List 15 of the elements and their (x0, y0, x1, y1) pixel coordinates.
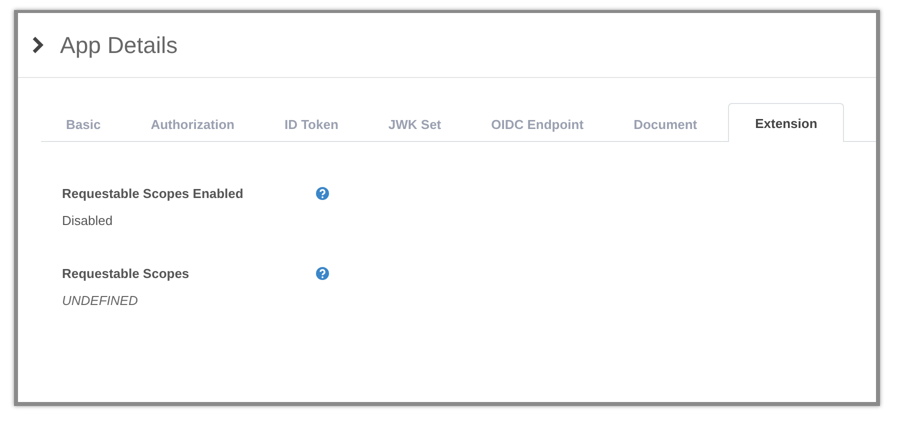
page-title: App Details (60, 32, 178, 58)
tab[interactable]: ID Token (259, 105, 364, 142)
field-label: Requestable Scopes Enabled (62, 186, 244, 201)
field-value: Disabled (62, 213, 114, 228)
tab[interactable]: Basic (41, 105, 126, 142)
field-label: Requestable Scopes (62, 266, 190, 281)
chevron-icon[interactable] (32, 36, 44, 54)
tab[interactable]: Authorization (126, 105, 260, 142)
tab[interactable]: OIDC Endpoint (466, 105, 609, 142)
tab[interactable]: JWK Set (363, 105, 466, 142)
help-icon[interactable] (316, 267, 329, 280)
help-icon[interactable] (316, 187, 329, 200)
tab[interactable]: Extension (728, 103, 844, 142)
field-value: UNDEFINED (62, 293, 139, 308)
tab[interactable]: Document (608, 105, 722, 142)
